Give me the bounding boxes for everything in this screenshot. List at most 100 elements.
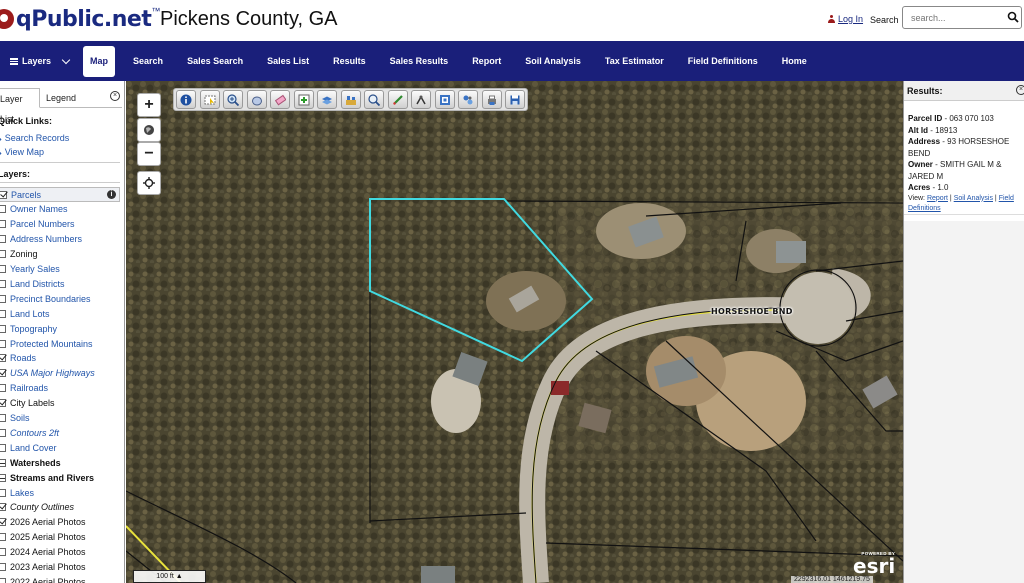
layer-row[interactable]: County Outlines xyxy=(0,500,120,515)
login-link[interactable]: Log In xyxy=(828,14,863,24)
layer-checkbox[interactable] xyxy=(0,458,6,467)
layer-label[interactable]: 2024 Aerial Photos xyxy=(10,547,86,557)
layer-label[interactable]: USA Major Highways xyxy=(10,368,95,378)
zoom-in-tool-button[interactable] xyxy=(223,90,243,109)
layer-label[interactable]: Land Lots xyxy=(10,309,50,319)
layer-checkbox[interactable] xyxy=(0,250,6,259)
layer-label[interactable]: Protected Mountains xyxy=(10,339,93,349)
layer-row[interactable]: Land Cover xyxy=(0,440,120,455)
layer-label[interactable]: County Outlines xyxy=(10,502,74,512)
layer-label[interactable]: Zoning xyxy=(10,249,38,259)
layer-label[interactable]: Owner Names xyxy=(10,204,68,214)
layer-checkbox[interactable] xyxy=(0,369,6,378)
layer-row[interactable]: 2025 Aerial Photos xyxy=(0,530,120,545)
layer-label[interactable]: 2022 Aerial Photos xyxy=(10,577,86,583)
draw-tool-button[interactable] xyxy=(387,90,408,109)
print-tool-button[interactable] xyxy=(481,90,502,109)
layer-row[interactable]: USA Major Highways xyxy=(0,366,120,381)
layer-checkbox[interactable] xyxy=(0,503,6,512)
layer-row[interactable]: 2024 Aerial Photos xyxy=(0,545,120,560)
layer-checkbox[interactable] xyxy=(0,533,6,542)
layer-label[interactable]: Watersheds xyxy=(10,458,61,468)
tab-layer-list[interactable]: Layer List xyxy=(0,88,40,124)
layer-checkbox[interactable] xyxy=(0,354,6,363)
layer-checkbox[interactable] xyxy=(0,428,6,437)
full-extent-tool-button[interactable] xyxy=(434,90,455,109)
layer-checkbox[interactable] xyxy=(0,548,6,557)
layer-row[interactable]: Railroads xyxy=(0,381,120,396)
layer-row[interactable]: Address Numbers xyxy=(0,232,120,247)
nav-sales-results[interactable]: Sales Results xyxy=(378,41,461,81)
layer-label[interactable]: Parcels xyxy=(11,190,41,200)
nav-sales-list[interactable]: Sales List xyxy=(255,41,321,81)
buffer-tool-button[interactable] xyxy=(340,90,361,109)
search-input[interactable] xyxy=(903,7,1003,28)
layer-checkbox[interactable] xyxy=(0,220,6,229)
layer-checkbox[interactable] xyxy=(0,294,6,303)
layer-row[interactable]: Precinct Boundaries xyxy=(0,291,120,306)
soil-analysis-link[interactable]: Soil Analysis xyxy=(954,195,993,202)
layer-checkbox[interactable] xyxy=(0,190,7,199)
layer-row[interactable]: Owner Names xyxy=(0,202,120,217)
layer-label[interactable]: Land Cover xyxy=(10,443,57,453)
nav-report[interactable]: Report xyxy=(460,41,513,81)
layer-row[interactable]: Land Districts xyxy=(0,276,120,291)
nav-results[interactable]: Results xyxy=(321,41,378,81)
nav-home[interactable]: Home xyxy=(770,41,819,81)
measure-tool-button[interactable] xyxy=(411,90,431,109)
layer-label[interactable]: Precinct Boundaries xyxy=(10,294,91,304)
layer-checkbox[interactable] xyxy=(0,235,6,244)
identify-tool-button[interactable] xyxy=(176,90,196,109)
zoom-in-button[interactable]: + xyxy=(137,93,161,117)
close-icon[interactable]: × xyxy=(1016,85,1024,95)
quick-link-view-map[interactable]: ↳ View Map xyxy=(0,147,44,157)
map-view[interactable]: + − HORSESHOE BND 100 ft ▲ POWERED BY es… xyxy=(126,81,903,583)
layer-checkbox[interactable] xyxy=(0,324,6,333)
layer-row[interactable]: Protected Mountains xyxy=(0,336,120,351)
layer-row[interactable]: 2023 Aerial Photos xyxy=(0,560,120,575)
save-tool-button[interactable] xyxy=(505,90,525,109)
result-card[interactable]: Parcel ID - 063 070 103 Alt Id - 18913 A… xyxy=(904,109,1024,215)
layer-row[interactable]: Yearly Sales xyxy=(0,262,120,277)
layer-label[interactable]: Topography xyxy=(10,324,57,334)
layer-label[interactable]: Railroads xyxy=(10,383,48,393)
layer-checkbox[interactable] xyxy=(0,443,6,452)
layer-checkbox[interactable] xyxy=(0,309,6,318)
layer-checkbox[interactable] xyxy=(0,563,6,571)
nav-sales-search[interactable]: Sales Search xyxy=(175,41,255,81)
layer-label[interactable]: Contours 2ft xyxy=(10,428,59,438)
layer-row[interactable]: Lakes xyxy=(0,485,120,500)
nav-soil-analysis[interactable]: Soil Analysis xyxy=(513,41,593,81)
zoom-out-button[interactable]: − xyxy=(137,142,161,166)
layer-row[interactable]: Parcel Numbers xyxy=(0,217,120,232)
layer-checkbox[interactable] xyxy=(0,279,6,288)
eraser-tool-button[interactable] xyxy=(270,90,290,109)
find-tool-button[interactable] xyxy=(364,90,384,109)
layer-label[interactable]: 2026 Aerial Photos xyxy=(10,517,86,527)
globe-button[interactable] xyxy=(137,118,161,142)
layer-label[interactable]: Parcel Numbers xyxy=(10,219,75,229)
layer-label[interactable]: Land Districts xyxy=(10,279,65,289)
pan-tool-button[interactable] xyxy=(246,90,267,109)
layer-row[interactable]: Contours 2ft xyxy=(0,425,120,440)
tab-legend[interactable]: Legend xyxy=(46,88,76,108)
layer-checkbox[interactable] xyxy=(0,265,6,273)
overview-tool-button[interactable] xyxy=(458,90,478,109)
add-tool-button[interactable] xyxy=(293,90,314,109)
info-icon[interactable]: i xyxy=(107,190,116,199)
qpublic-logo[interactable]: qPublic.net ™ xyxy=(0,5,160,33)
layer-label[interactable]: Roads xyxy=(10,353,36,363)
search-icon[interactable] xyxy=(1007,11,1019,23)
layer-row[interactable]: 2022 Aerial Photos xyxy=(0,574,120,583)
layer-row[interactable]: Soils xyxy=(0,411,120,426)
report-link[interactable]: Report xyxy=(927,195,948,202)
layer-label[interactable]: Address Numbers xyxy=(10,234,82,244)
layer-label[interactable]: City Labels xyxy=(10,398,55,408)
nav-map[interactable]: Map xyxy=(83,45,116,77)
layer-checkbox[interactable] xyxy=(0,339,6,348)
layer-checkbox[interactable] xyxy=(0,384,6,393)
nav-search[interactable]: Search xyxy=(121,41,175,81)
nav-layers-menu[interactable]: Layers xyxy=(0,41,77,81)
layer-label[interactable]: Soils xyxy=(10,413,30,423)
layer-checkbox[interactable] xyxy=(0,205,6,214)
